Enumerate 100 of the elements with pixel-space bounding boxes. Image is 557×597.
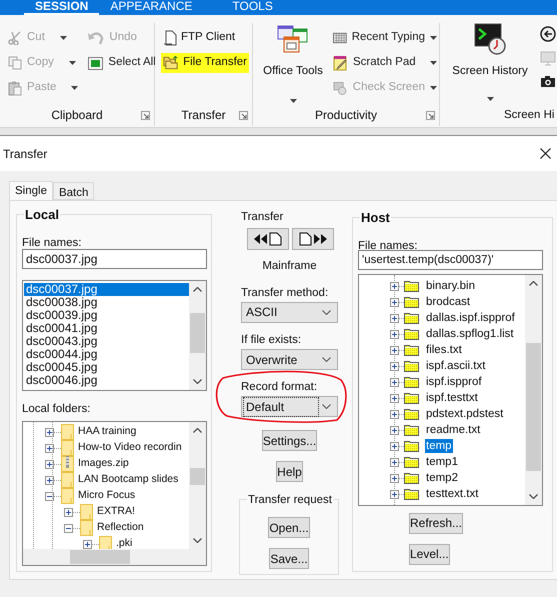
folder-name[interactable]: LAN Bootcamp slides [78, 472, 178, 488]
file-item[interactable]: binary.bin [425, 279, 476, 293]
file-item[interactable]: files.txt [425, 343, 463, 357]
expand-icon[interactable] [390, 378, 399, 386]
expand-icon[interactable] [390, 426, 399, 434]
dialog-button[interactable]: Settings... [262, 430, 318, 452]
screen-history-button[interactable]: Screen History [446, 23, 534, 104]
dialog-launcher-icon[interactable] [141, 111, 150, 120]
ribbon-button[interactable]: Scratch Pad [331, 52, 439, 74]
ribbon-button[interactable]: File Transfer [161, 53, 249, 73]
ribbon-button[interactable]: Recent Typing [331, 27, 439, 49]
folder-name[interactable]: .pki [116, 536, 132, 549]
expand-icon[interactable] [45, 460, 54, 468]
folder-name[interactable]: EXTRA! [97, 504, 135, 520]
expand-icon[interactable] [390, 442, 399, 450]
vertical-scrollbar[interactable] [525, 275, 542, 505]
receive-button[interactable] [247, 228, 289, 250]
file-item[interactable]: brodcast [425, 295, 472, 309]
send-button[interactable] [292, 228, 334, 250]
dropdown[interactable]: ASCII [241, 302, 338, 323]
folder-name[interactable]: Reflection [97, 520, 144, 536]
file-item[interactable]: dsc00045.jpg [24, 361, 189, 374]
file-item[interactable]: dsc00038.jpg [24, 296, 189, 309]
dialog-button[interactable]: Save... [269, 548, 309, 570]
scroll-down-icon[interactable] [193, 379, 202, 384]
expand-icon[interactable] [45, 476, 54, 484]
collapse-icon[interactable] [45, 492, 54, 500]
scroll-down-icon[interactable] [529, 494, 538, 499]
expand-icon[interactable] [390, 410, 399, 418]
file-item[interactable]: dsc00043.jpg [24, 335, 189, 348]
expand-icon[interactable] [83, 540, 92, 548]
folder-name[interactable]: How-to Video recordin [78, 440, 182, 456]
scrollbar-thumb[interactable] [190, 313, 205, 353]
file-item[interactable]: dsc00037.jpg [24, 283, 189, 296]
expand-icon[interactable] [390, 490, 399, 498]
folder-tree[interactable]: HAA training How-to Video recordin Images.zip LAN Bootcamp slides Micro Focus EXTRA! Reflection .pki [22, 421, 207, 566]
file-item[interactable]: pdstext.pdstest [425, 407, 504, 421]
file-name-field[interactable]: dsc00037.jpg [22, 249, 207, 269]
file-item[interactable]: dsc00046.jpg [24, 374, 189, 387]
dialog-tab[interactable]: Single [9, 181, 53, 201]
expand-icon[interactable] [64, 508, 73, 516]
ribbon-tab[interactable]: TOOLS [221, 0, 284, 15]
file-item[interactable]: dsc00041.jpg [24, 322, 189, 335]
collapse-icon[interactable] [64, 524, 73, 532]
file-item[interactable]: temp1 [425, 455, 459, 469]
folder-name[interactable]: HAA training [78, 424, 136, 440]
dialog-button[interactable]: Refresh... [409, 512, 464, 534]
file-item[interactable]: temp [425, 439, 453, 453]
dialog-button[interactable]: Open... [268, 517, 310, 538]
camera-icon[interactable] [540, 75, 556, 88]
dialog-button[interactable]: Help [276, 461, 303, 482]
dialog-tab[interactable]: Batch [52, 182, 94, 200]
scrollbar-thumb[interactable] [70, 550, 130, 564]
folder-name[interactable]: Images.zip [78, 456, 129, 472]
expand-icon[interactable] [390, 330, 399, 338]
file-item[interactable]: ispf.ascii.txt [425, 359, 486, 373]
ribbon-tab[interactable]: SESSION [24, 0, 100, 15]
scroll-up-icon[interactable] [193, 428, 202, 433]
ribbon-button[interactable]: FTP Client [161, 28, 249, 48]
expand-icon[interactable] [45, 428, 54, 436]
office-tools-button[interactable]: Office Tools [257, 23, 329, 106]
scrollbar-thumb[interactable] [190, 468, 205, 485]
dropdown[interactable]: Overwrite [241, 349, 338, 370]
expand-icon[interactable] [390, 474, 399, 482]
expand-icon[interactable] [390, 298, 399, 306]
scroll-down-icon[interactable] [193, 538, 202, 543]
expand-icon[interactable] [45, 444, 54, 452]
close-icon[interactable] [540, 148, 551, 159]
expand-icon[interactable] [390, 458, 399, 466]
file-item[interactable]: ispf.ispprof [425, 375, 483, 389]
file-item[interactable]: readme.txt [425, 423, 482, 437]
file-item[interactable]: ispf.testtxt [425, 391, 479, 405]
file-item[interactable]: dallas.spflog1.list [425, 327, 515, 341]
file-list[interactable]: dsc00037.jpg dsc00038.jpg dsc00039.jpg dsc00041.jpg dsc00043.jpg dsc00044.jpg dsc00045.jpg dsc00046.jpg [22, 280, 207, 391]
file-item[interactable]: dsc00039.jpg [24, 309, 189, 322]
ribbon-button[interactable]: Select All [86, 52, 158, 74]
expand-icon[interactable] [390, 346, 399, 354]
folder-name[interactable]: Micro Focus [78, 488, 136, 504]
expand-icon[interactable] [390, 282, 399, 290]
horizontal-scrollbar[interactable] [23, 549, 206, 565]
chevron-down-icon [322, 310, 331, 315]
file-item[interactable]: dallas.ispf.ispprof [425, 311, 516, 325]
dropdown[interactable]: Default [241, 396, 338, 418]
dialog-button[interactable]: Level... [409, 544, 450, 564]
dialog-launcher-icon[interactable] [426, 111, 435, 120]
file-item[interactable]: temp2 [425, 471, 459, 485]
dialog-launcher-icon[interactable] [239, 111, 248, 120]
file-tree[interactable]: binary.bin brodcast dallas.ispf.ispprof dallas.spflog1.list files.txt ispf.ascii.txt ispf.ispprof ispf.testtxt pdstext.pdstest readme.txt temp temp1 temp2 testtext.txt [358, 274, 543, 506]
expand-icon[interactable] [390, 362, 399, 370]
file-item[interactable]: testtext.txt [425, 487, 480, 501]
scroll-up-icon[interactable] [529, 281, 538, 286]
ribbon-tab[interactable]: APPEARANCE [99, 0, 204, 15]
vertical-scrollbar[interactable] [189, 281, 206, 390]
file-item[interactable]: dsc00044.jpg [24, 348, 189, 361]
scroll-up-icon[interactable] [193, 287, 202, 292]
scrollbar-thumb[interactable] [526, 343, 541, 471]
vertical-scrollbar[interactable] [189, 422, 206, 549]
expand-icon[interactable] [390, 314, 399, 322]
file-name-field[interactable]: 'usertest.temp(dsc00037)' [358, 250, 543, 270]
expand-icon[interactable] [390, 394, 399, 402]
